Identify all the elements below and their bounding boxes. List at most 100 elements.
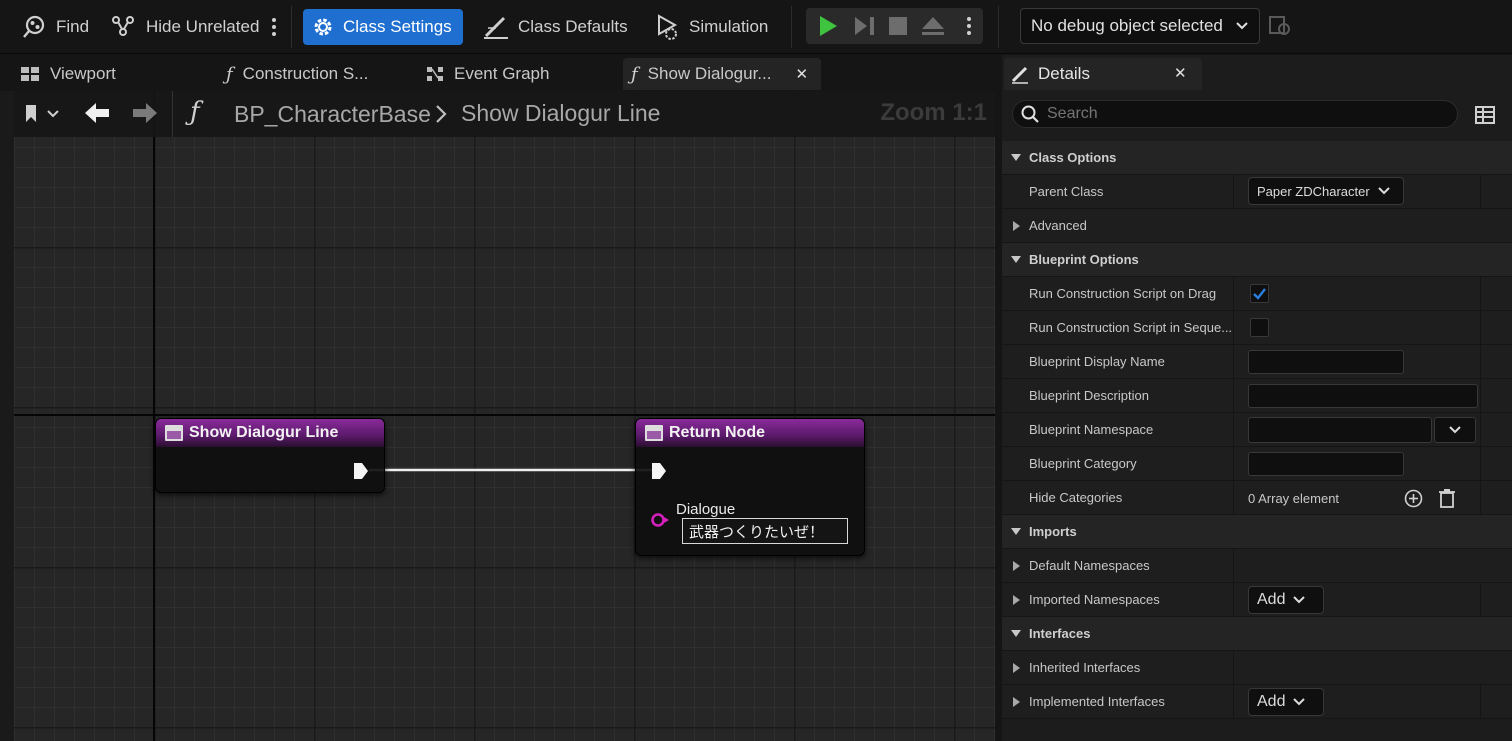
column-divider: [1480, 413, 1481, 446]
class-settings-button[interactable]: Class Settings: [303, 9, 463, 45]
play-controls: [806, 8, 983, 44]
add-namespace-button[interactable]: Add: [1248, 586, 1324, 614]
property-default-namespaces[interactable]: Default Namespaces: [1002, 549, 1512, 583]
property-parent-class: Parent Class Paper ZDCharacter: [1002, 175, 1512, 209]
namespace-dropdown[interactable]: [1434, 417, 1476, 443]
close-icon[interactable]: ✕: [1174, 64, 1187, 82]
dialogue-value-field[interactable]: 武器つくりたいぜ！: [682, 518, 848, 544]
find-button[interactable]: Find: [14, 9, 97, 45]
property-blueprint-namespace: Blueprint Namespace: [1002, 413, 1512, 447]
property-label: Advanced: [1029, 218, 1087, 233]
gear-icon: [314, 18, 332, 36]
category-imports[interactable]: Imports: [1002, 515, 1512, 549]
category-blueprint-options[interactable]: Blueprint Options: [1002, 243, 1512, 277]
column-divider: [1480, 379, 1481, 412]
breadcrumb-root[interactable]: BP_CharacterBase: [234, 101, 431, 128]
play-icon[interactable]: [817, 15, 839, 37]
toolbar-separator: [291, 6, 292, 48]
class-defaults-label: Class Defaults: [518, 17, 628, 36]
category-label: Class Options: [1029, 150, 1117, 165]
column-divider: [1480, 175, 1481, 208]
property-imported-namespaces[interactable]: Imported Namespaces Add: [1002, 583, 1512, 617]
forward-arrow-icon[interactable]: [132, 102, 158, 124]
column-divider: [1480, 345, 1481, 378]
column-divider: [1233, 481, 1234, 514]
category-input[interactable]: [1248, 452, 1404, 476]
close-icon[interactable]: ✕: [795, 65, 808, 83]
add-interface-button[interactable]: Add: [1248, 688, 1324, 716]
stop-icon[interactable]: [889, 17, 907, 35]
table-view-icon[interactable]: [1475, 106, 1495, 124]
tab-label: Viewport: [50, 64, 116, 83]
column-divider: [1480, 685, 1481, 718]
exec-wire: [369, 468, 654, 472]
function-entry-node[interactable]: Show Dialogur Line: [155, 418, 385, 493]
expanded-arrow-icon: [1011, 154, 1021, 161]
property-inherited-interfaces[interactable]: Inherited Interfaces: [1002, 651, 1512, 685]
breadcrumb: ƒ BP_CharacterBase Show Dialogur Line Zo…: [14, 91, 995, 137]
details-tab-label: Details: [1038, 64, 1090, 83]
collapsed-arrow-icon: [1013, 221, 1020, 231]
node-title: Show Dialogur Line: [189, 424, 339, 441]
column-divider: [1480, 277, 1481, 310]
debug-find-icon[interactable]: [1268, 14, 1292, 38]
tab-viewport[interactable]: Viewport: [12, 58, 124, 90]
dialogue-value: 武器つくりたいぜ！: [689, 523, 825, 541]
simulation-button[interactable]: Simulation: [645, 9, 776, 45]
graph-left-strip: [0, 91, 14, 741]
column-divider: [1480, 447, 1481, 480]
exec-in-pin[interactable]: [650, 462, 668, 480]
column-divider: [1233, 379, 1234, 412]
column-divider: [1233, 311, 1234, 344]
tab-event-graph[interactable]: Event Graph: [418, 58, 557, 90]
back-arrow-icon[interactable]: [84, 102, 110, 124]
trash-icon[interactable]: [1438, 488, 1456, 508]
expanded-arrow-icon: [1011, 630, 1021, 637]
bookmark-icon[interactable]: [24, 104, 40, 124]
step-icon[interactable]: [853, 16, 877, 36]
category-class-options[interactable]: Class Options: [1002, 141, 1512, 175]
property-label: Inherited Interfaces: [1029, 660, 1141, 675]
play-options-kebab-icon[interactable]: [963, 13, 975, 39]
property-label: Blueprint Display Name: [1029, 354, 1165, 369]
property-implemented-interfaces[interactable]: Implemented Interfaces Add: [1002, 685, 1512, 719]
parent-class-dropdown[interactable]: Paper ZDCharacter: [1248, 177, 1404, 205]
class-defaults-button[interactable]: Class Defaults: [474, 9, 636, 45]
zoom-label: Zoom 1:1: [880, 99, 987, 126]
category-interfaces[interactable]: Interfaces: [1002, 617, 1512, 651]
eject-icon[interactable]: [921, 16, 945, 36]
find-icon: [23, 15, 45, 38]
property-blueprint-category: Blueprint Category: [1002, 447, 1512, 481]
property-advanced[interactable]: Advanced: [1002, 209, 1512, 243]
property-label: Blueprint Namespace: [1029, 422, 1154, 437]
run-on-drag-checkbox[interactable]: [1250, 284, 1269, 303]
exec-out-pin[interactable]: [352, 462, 370, 480]
property-label: Implemented Interfaces: [1029, 694, 1165, 709]
collapsed-arrow-icon: [1013, 697, 1020, 707]
text-pin-icon[interactable]: [650, 512, 670, 528]
chevron-down-icon[interactable]: [47, 109, 59, 119]
hide-unrelated-button[interactable]: Hide Unrelated: [102, 9, 267, 45]
tab-details[interactable]: Details ✕: [1004, 58, 1202, 90]
run-in-sequencer-checkbox[interactable]: [1250, 318, 1269, 337]
description-input[interactable]: [1248, 384, 1478, 408]
toolbar-separator: [791, 6, 792, 48]
return-node[interactable]: Return Node Dialogue 武器つくりたいぜ！: [635, 418, 865, 556]
simulation-label: Simulation: [689, 17, 769, 36]
debug-object-select[interactable]: No debug object selected: [1020, 8, 1260, 44]
find-options-kebab-icon[interactable]: [268, 14, 280, 40]
editor-tabs: Viewport ƒ Construction S... Event Graph…: [0, 55, 1000, 91]
add-element-icon[interactable]: [1404, 489, 1423, 508]
expanded-arrow-icon: [1011, 528, 1021, 535]
namespace-input[interactable]: [1248, 417, 1432, 443]
tab-construction-script[interactable]: ƒ Construction S...: [218, 58, 376, 90]
tab-show-dialogur[interactable]: ƒ Show Dialogur... ✕: [623, 58, 821, 90]
details-search-input[interactable]: [1012, 100, 1458, 128]
display-name-input[interactable]: [1248, 350, 1404, 374]
tab-label: Event Graph: [454, 64, 550, 83]
column-divider: [1233, 685, 1234, 718]
search-field[interactable]: [1047, 105, 1427, 123]
hide-unrelated-icon: [112, 16, 134, 36]
graph-canvas[interactable]: ƒ BP_CharacterBase Show Dialogur Line Zo…: [14, 91, 995, 741]
chevron-down-icon: [1293, 698, 1306, 706]
